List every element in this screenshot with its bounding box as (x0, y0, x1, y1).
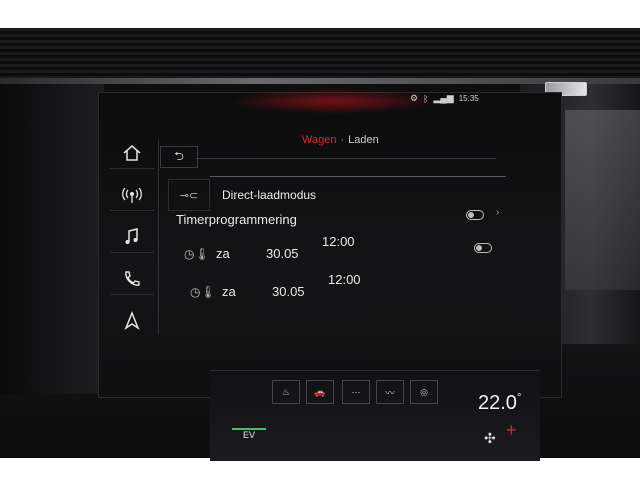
timer-day: za (216, 246, 230, 261)
direct-charge-label: Direct-laadmodus (222, 188, 317, 202)
car-icon[interactable]: 🚗 (306, 380, 334, 404)
timer-toggle-2[interactable] (474, 243, 492, 253)
seat-heat-icon[interactable]: ♨ (272, 380, 300, 404)
climate-screen (210, 370, 540, 461)
sidebar-item-radio[interactable] (110, 180, 154, 211)
timer-date: 30.05 (266, 246, 299, 261)
sidebar-item-music[interactable] (110, 222, 154, 253)
home-icon (123, 145, 141, 161)
timer-row[interactable]: ◷🌡 za 30.05 12:00 (178, 234, 498, 266)
breadcrumb: Wagen · Laden (302, 134, 379, 146)
timer-clock-icon: ◷🌡 (184, 247, 210, 261)
sidebar-item-home[interactable] (110, 138, 154, 169)
status-time: 15:35 (458, 94, 479, 103)
header-divider (196, 158, 496, 159)
defrost-icon[interactable]: 〰 (376, 380, 404, 404)
back-button[interactable]: ⮌ (160, 146, 198, 168)
navigation-icon (124, 311, 140, 330)
connectivity-icon: ⚙ (410, 93, 419, 103)
status-bar: ⚙ ᛒ ▂▄▆ 15:35 (410, 93, 479, 104)
breadcrumb-current: Laden (348, 134, 379, 146)
timer-section-title: Timerprogrammering (176, 212, 297, 227)
temperature-display: 22.0° (478, 392, 521, 415)
sidebar-divider (158, 140, 159, 334)
dashboard-panel-reflection (565, 110, 640, 290)
music-icon (125, 228, 138, 244)
direct-charge-row[interactable]: ⊸⊂ Direct-laadmodus (168, 178, 508, 212)
temperature-plus-button[interactable]: + (506, 420, 517, 441)
chevron-right-icon[interactable]: › (496, 207, 499, 218)
phone-icon (125, 271, 140, 286)
fan-icon[interactable]: ✣ (484, 430, 496, 447)
radio-icon (122, 187, 142, 203)
timer-time: 12:00 (322, 234, 355, 249)
timer-day: za (222, 284, 236, 299)
ambient-red-glow (228, 88, 438, 114)
breadcrumb-parent[interactable]: Wagen (302, 134, 336, 146)
lights-icon[interactable]: ⋯ (342, 380, 370, 404)
bluetooth-icon: ᛒ (423, 93, 429, 104)
sidebar (102, 138, 160, 336)
sidebar-item-phone[interactable] (110, 264, 154, 295)
temperature-unit: ° (516, 392, 522, 404)
auto-climate-icon[interactable]: ◎ (410, 380, 438, 404)
sidebar-item-navigation[interactable] (110, 306, 154, 336)
temperature-value: 22.0 (478, 392, 517, 414)
timer-clock-icon: ◷🌡 (190, 285, 216, 299)
signal-icon: ▂▄▆ (433, 93, 454, 103)
timer-toggle-1[interactable] (466, 210, 484, 220)
breadcrumb-separator: · (340, 134, 345, 146)
direct-row-divider (210, 176, 506, 177)
back-arrow-icon: ⮌ (174, 148, 184, 163)
timer-time: 12:00 (328, 272, 361, 287)
screen-bezel-left (0, 84, 104, 394)
timer-row[interactable]: ◷🌡 za 30.05 12:00 (184, 272, 504, 304)
timer-date: 30.05 (272, 284, 305, 299)
ev-mode-button[interactable]: EV (232, 428, 266, 444)
air-vent (0, 28, 640, 80)
charging-plug-icon: ⊸⊂ (168, 179, 210, 211)
